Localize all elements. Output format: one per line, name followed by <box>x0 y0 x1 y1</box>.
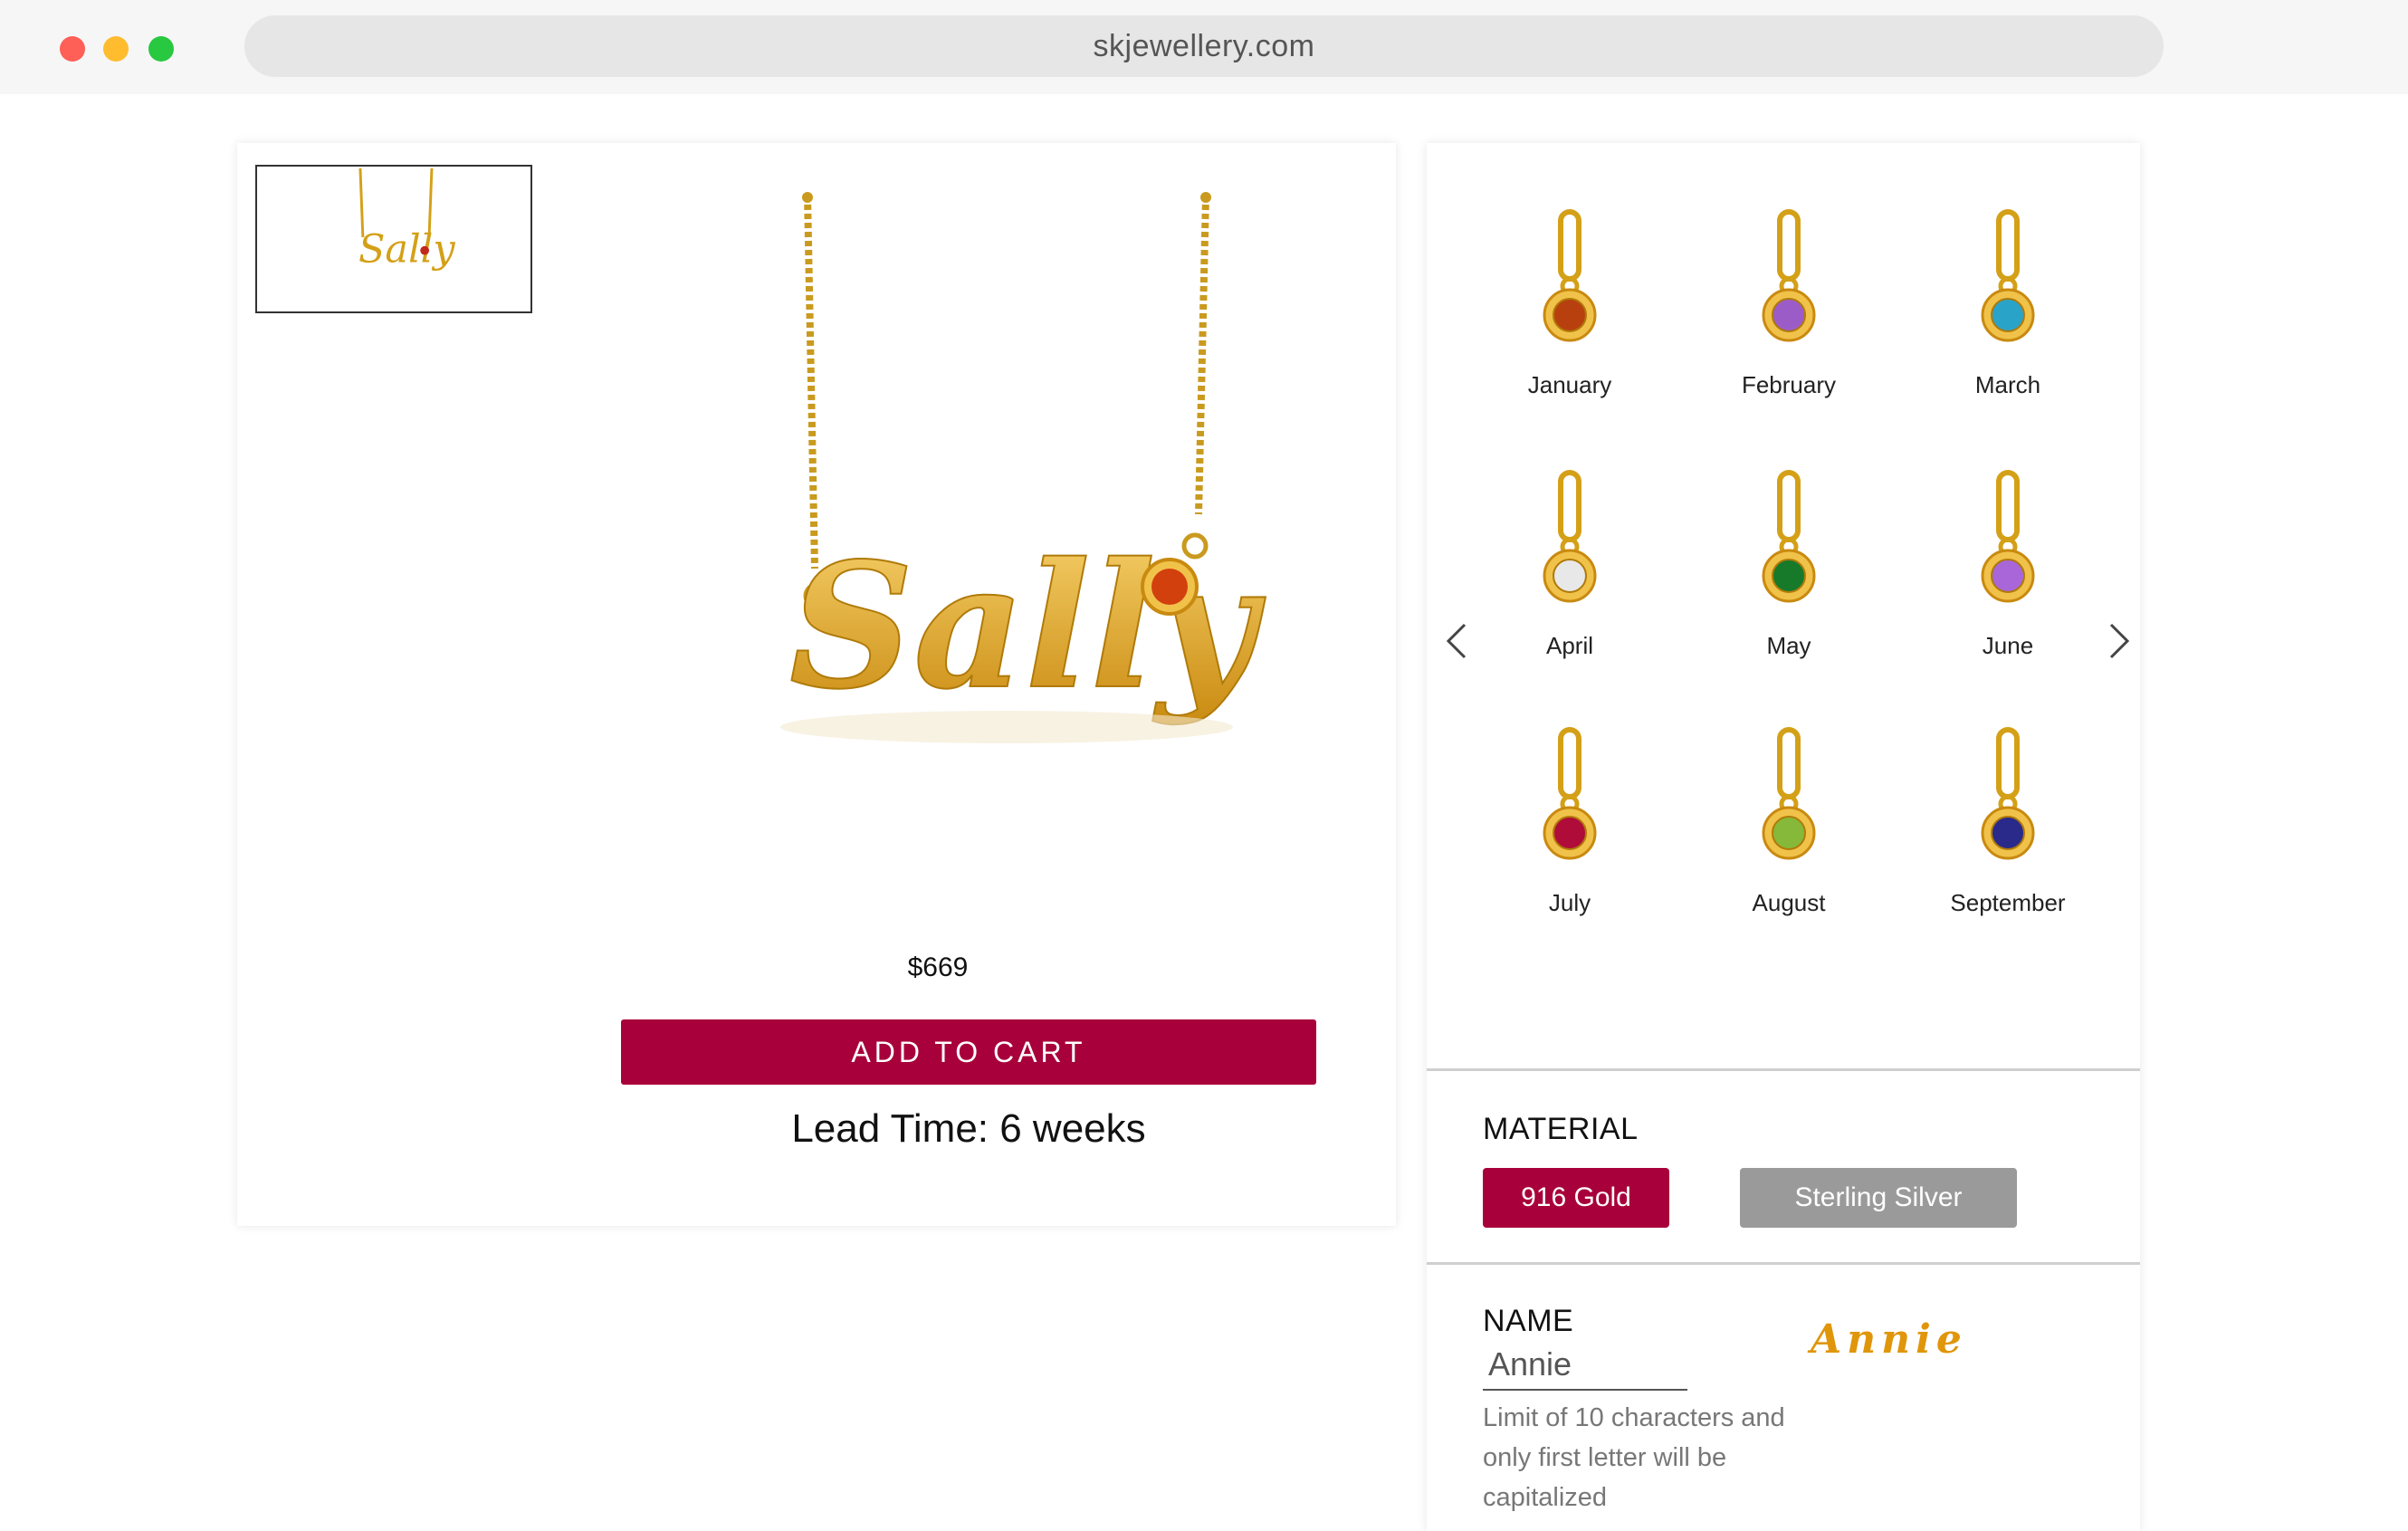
close-window-button[interactable] <box>60 36 85 62</box>
birthstone-option[interactable]: June <box>1917 469 2098 704</box>
birthstone-charm-icon <box>1981 470 2035 603</box>
birthstone-label: February <box>1741 371 1837 398</box>
material-label: MATERIAL <box>1483 1112 1639 1146</box>
maximize-window-button[interactable] <box>148 36 174 62</box>
birthstone-charm-icon <box>1543 727 1597 860</box>
configurator-panel: January February March April May June July Augu… <box>1427 143 2140 1531</box>
birthstone-charm-icon <box>1762 470 1816 603</box>
product-thumbnail[interactable]: Sally <box>255 165 532 313</box>
name-hint: Limit of 10 characters and only first le… <box>1483 1403 1785 1512</box>
birthstone-charm-icon <box>1762 209 1816 342</box>
birthstone-charm-icon <box>1762 727 1816 860</box>
birthstone-option[interactable]: September <box>1917 726 2098 962</box>
birthstone-label: January <box>1527 371 1612 398</box>
birthstone-charm-icon <box>1981 209 2035 342</box>
address-bar[interactable]: skjewellery.com <box>244 15 2164 77</box>
birthstone-charm-icon <box>1543 209 1597 342</box>
birthstone-grid: January February March April May June July Augu… <box>1427 143 2140 1072</box>
pendant-script-name: Sally <box>789 525 1266 727</box>
material-option-sterling-silver[interactable]: Sterling Silver <box>1740 1168 2017 1228</box>
product-main-image: Sally <box>726 161 1305 904</box>
birthstone-label: September <box>1950 889 2066 916</box>
birthstone-option[interactable]: April <box>1479 469 1660 704</box>
birthstone-option[interactable]: May <box>1698 469 1879 704</box>
section-divider <box>1427 1068 2140 1071</box>
name-input[interactable] <box>1483 1340 1687 1391</box>
birthstone-option[interactable]: August <box>1698 726 1879 962</box>
add-to-cart-button[interactable]: ADD TO CART <box>621 1019 1316 1085</box>
minimize-window-button[interactable] <box>103 36 129 62</box>
birthstone-charm-icon <box>1543 470 1597 603</box>
thumbnail-script-name: Sally <box>358 226 455 272</box>
browser-titlebar: skjewellery.com <box>0 0 2408 94</box>
name-label: NAME <box>1483 1304 1574 1338</box>
section-divider <box>1427 1262 2140 1265</box>
chevron-right-icon <box>2109 623 2130 659</box>
product-card: Sally Sally $669 ADD TO CART Lead Time: … <box>237 143 1396 1226</box>
birthstone-option[interactable]: July <box>1479 726 1660 962</box>
birthstone-option[interactable]: January <box>1479 208 1660 444</box>
birthstone-label: March <box>1974 371 2041 398</box>
chevron-left-icon <box>1446 623 1467 659</box>
product-price: $669 <box>907 952 969 982</box>
necklace-thumbnail-image: Sally <box>358 167 455 272</box>
material-option-916-gold[interactable]: 916 Gold <box>1483 1168 1669 1228</box>
url-text: skjewellery.com <box>1093 28 1315 63</box>
birthstone-option[interactable]: March <box>1917 208 2098 444</box>
carousel-next-button[interactable] <box>2102 614 2138 668</box>
birthstone-label: June <box>1982 632 2034 659</box>
name-preview: Annie <box>1811 1316 1967 1363</box>
birthstone-option[interactable]: February <box>1698 208 1879 444</box>
birthstone-label: May <box>1766 632 1811 659</box>
lead-time-text: Lead Time: 6 weeks <box>791 1106 1146 1151</box>
birthstone-label: July <box>1548 889 1591 916</box>
birthstone-charm-icon <box>1981 727 2035 860</box>
carousel-prev-button[interactable] <box>1438 614 1474 668</box>
birthstone-label: April <box>1545 632 1593 659</box>
birthstone-label: August <box>1752 889 1826 916</box>
